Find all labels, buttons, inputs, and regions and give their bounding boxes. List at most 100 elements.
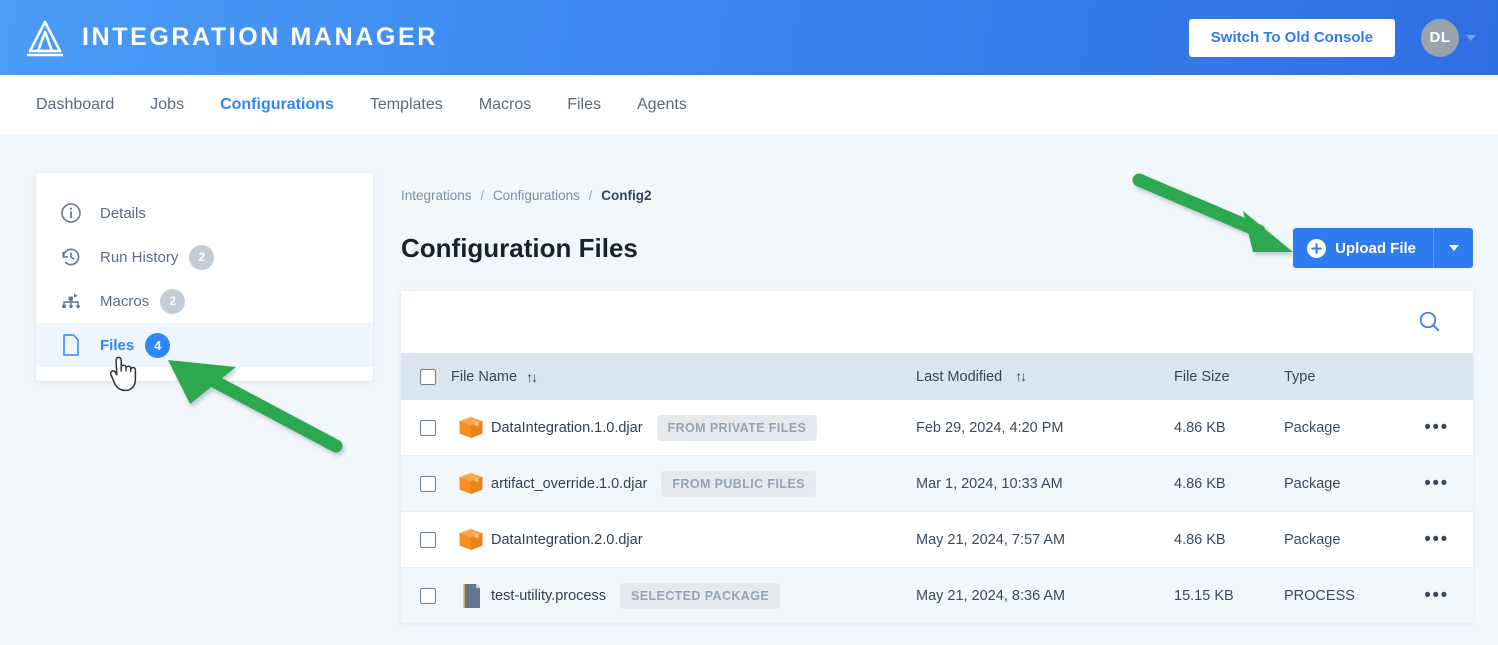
nav-item-configurations[interactable]: Configurations	[220, 96, 334, 114]
nav-item-files[interactable]: Files	[567, 96, 601, 114]
file-name-cell: artifact_override.1.0.djar FROM PUBLIC F…	[491, 470, 916, 497]
row-menu-cell: •••	[1404, 530, 1469, 549]
row-checkbox[interactable]	[420, 587, 436, 604]
user-menu[interactable]: DL	[1421, 18, 1476, 57]
upload-file-button[interactable]: Upload File	[1293, 228, 1433, 268]
file-page-icon	[58, 332, 84, 358]
chevron-down-icon	[1448, 245, 1459, 251]
column-label: File Size	[1174, 368, 1230, 385]
table-row[interactable]: DataIntegration.2.0.djar May 21, 2024, 7…	[401, 512, 1473, 568]
file-name[interactable]: artifact_override.1.0.djar	[491, 476, 647, 492]
page-title: Configuration Files	[401, 232, 638, 263]
more-options-icon[interactable]: •••	[1424, 530, 1448, 549]
macro-hierarchy-icon	[58, 288, 84, 314]
more-options-icon[interactable]: •••	[1424, 586, 1448, 605]
nav-item-macros[interactable]: Macros	[479, 96, 531, 114]
file-name[interactable]: DataIntegration.2.0.djar	[491, 532, 643, 548]
sidebar-item-macros[interactable]: Macros 2	[36, 279, 373, 323]
brand: INTEGRATION MANAGER	[24, 18, 438, 58]
row-checkbox[interactable]	[420, 531, 436, 548]
last-modified-value: May 21, 2024, 7:57 AM	[916, 531, 1066, 548]
history-clock-icon	[58, 244, 84, 270]
last-modified-value: May 21, 2024, 8:36 AM	[916, 587, 1066, 604]
breadcrumb-item-integrations[interactable]: Integrations	[401, 188, 472, 203]
row-checkbox[interactable]	[420, 419, 436, 436]
column-header-file-size: File Size	[1174, 369, 1284, 385]
file-name[interactable]: test-utility.process	[491, 588, 606, 604]
more-options-icon[interactable]: •••	[1424, 474, 1448, 493]
last-modified-value: Mar 1, 2024, 10:33 AM	[916, 475, 1063, 492]
file-source-badge: SELECTED PACKAGE	[619, 582, 781, 609]
breadcrumb-separator: /	[480, 188, 485, 203]
column-label: Last Modified	[916, 369, 1003, 385]
row-select-cell	[401, 419, 451, 436]
sidebar-item-label: Run History	[100, 248, 179, 266]
file-size-value: 15.15 KB	[1174, 587, 1234, 604]
breadcrumb-item-configurations[interactable]: Configurations	[493, 188, 580, 203]
sidebar-item-label: Macros	[100, 292, 150, 310]
sidebar-item-details[interactable]: Details	[36, 191, 373, 235]
table-header-row: File Name ↑↓ Last Modified ↑↓ File Size …	[401, 353, 1473, 400]
page-body: Details Run History 2 Macros 2 Files 4 I…	[0, 134, 1498, 645]
nav-item-agents[interactable]: Agents	[637, 96, 687, 114]
chevron-down-icon[interactable]	[1466, 34, 1476, 41]
process-document-icon	[451, 581, 491, 611]
search-icon[interactable]	[1417, 309, 1443, 335]
top-bar-right: Switch To Old Console DL	[1188, 18, 1476, 57]
upload-file-label: Upload File	[1335, 239, 1416, 257]
row-menu-cell: •••	[1404, 418, 1469, 437]
sidebar-item-run-history[interactable]: Run History 2	[36, 235, 373, 279]
main-nav: Dashboard Jobs Configurations Templates …	[0, 75, 1498, 134]
column-label: Type	[1284, 368, 1316, 385]
row-menu-cell: •••	[1404, 474, 1469, 493]
nav-item-dashboard[interactable]: Dashboard	[36, 96, 114, 114]
package-box-icon	[451, 471, 491, 497]
row-menu-cell: •••	[1404, 586, 1469, 605]
breadcrumb: Integrations / Configurations / Config2	[401, 188, 1473, 203]
file-source-badge: FROM PRIVATE FILES	[656, 414, 818, 441]
file-name[interactable]: DataIntegration.1.0.djar	[491, 420, 643, 436]
more-options-icon[interactable]: •••	[1424, 418, 1448, 437]
config-sidebar: Details Run History 2 Macros 2 Files 4	[36, 173, 373, 381]
select-all-checkbox[interactable]	[420, 368, 436, 385]
column-header-file-name[interactable]: File Name ↑↓	[451, 369, 916, 385]
file-size-value: 4.86 KB	[1174, 475, 1226, 492]
select-all-cell	[401, 368, 451, 385]
table-row[interactable]: test-utility.process SELECTED PACKAGE Ma…	[401, 568, 1473, 624]
top-bar: INTEGRATION MANAGER Switch To Old Consol…	[0, 0, 1498, 75]
file-name-cell: DataIntegration.1.0.djar FROM PRIVATE FI…	[491, 414, 916, 441]
file-type-value: Package	[1284, 475, 1341, 492]
mountain-logo-icon	[24, 18, 66, 58]
column-header-last-modified[interactable]: Last Modified ↑↓	[916, 368, 1174, 385]
table-toolbar	[401, 291, 1473, 353]
avatar[interactable]: DL	[1421, 18, 1459, 57]
switch-to-old-console-button[interactable]: Switch To Old Console	[1188, 18, 1395, 57]
sort-updown-icon[interactable]: ↑↓	[1015, 368, 1027, 384]
file-source-badge: FROM PUBLIC FILES	[661, 470, 816, 497]
row-select-cell	[401, 531, 451, 548]
table-row[interactable]: artifact_override.1.0.djar FROM PUBLIC F…	[401, 456, 1473, 512]
upload-file-group: Upload File	[1293, 228, 1473, 268]
column-label: File Name	[451, 368, 518, 385]
sidebar-badge-macros: 2	[160, 288, 186, 314]
upload-file-dropdown-button[interactable]	[1433, 228, 1473, 268]
file-type-value: PROCESS	[1284, 587, 1355, 604]
package-box-icon	[451, 527, 491, 553]
sidebar-badge-files: 4	[145, 332, 171, 358]
nav-item-templates[interactable]: Templates	[370, 96, 443, 114]
nav-item-jobs[interactable]: Jobs	[150, 96, 184, 114]
sidebar-item-files[interactable]: Files 4	[36, 323, 373, 367]
sort-updown-icon[interactable]: ↑↓	[526, 369, 538, 385]
file-name-cell: test-utility.process SELECTED PACKAGE	[491, 582, 916, 609]
breadcrumb-separator: /	[588, 188, 593, 203]
last-modified-value: Feb 29, 2024, 4:20 PM	[916, 419, 1064, 436]
title-row: Configuration Files Upload File	[401, 227, 1473, 269]
row-select-cell	[401, 475, 451, 492]
file-size-value: 4.86 KB	[1174, 531, 1226, 548]
sidebar-item-label: Details	[100, 204, 146, 222]
file-type-value: Package	[1284, 419, 1341, 436]
brand-name: INTEGRATION MANAGER	[82, 23, 438, 51]
table-row[interactable]: DataIntegration.1.0.djar FROM PRIVATE FI…	[401, 400, 1473, 456]
breadcrumb-current: Config2	[601, 188, 652, 203]
row-checkbox[interactable]	[420, 475, 436, 492]
